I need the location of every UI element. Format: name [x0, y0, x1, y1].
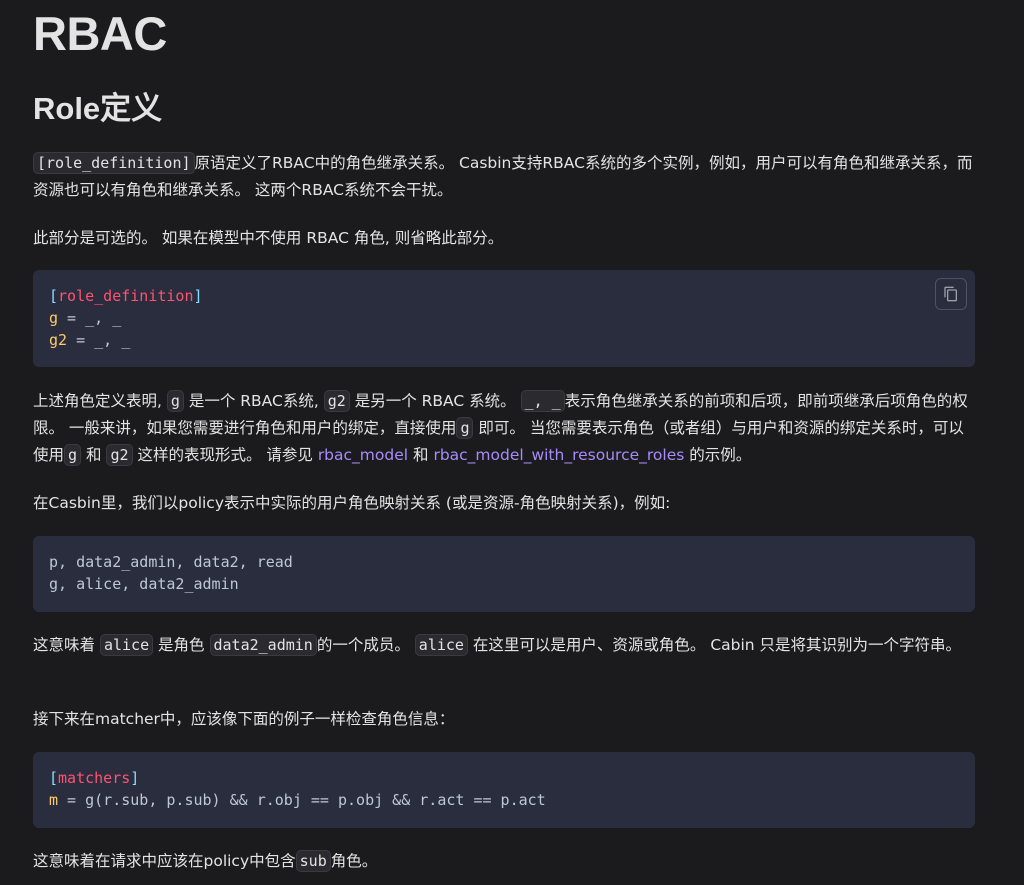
copy-icon: [944, 286, 957, 302]
paragraph-optional: 此部分是可选的。 如果在模型中不使用 RBAC 角色, 则省略此部分。: [33, 225, 973, 252]
paragraph-policy-intro: 在Casbin里，我们以policy表示中实际的用户角色映射关系 (或是资源-角…: [33, 490, 973, 517]
inline-code: _, _: [520, 390, 565, 412]
code-block-policy: p, data2_admin, data2, read g, alice, da…: [33, 536, 975, 612]
paragraph-text: 此部分是可选的。 如果在模型中不使用 RBAC 角色, 则省略此部分。: [33, 229, 504, 247]
page-title: RBAC: [33, 7, 167, 60]
paragraph-text: 在Casbin里，我们以policy表示中实际的用户角色映射关系 (或是资源-角…: [33, 494, 671, 512]
paragraph-text: 在这里可以是用户、资源或角色。 Cabin 只是将其识别为一个字符串。: [472, 636, 962, 654]
code-line: g, alice, data2_admin: [49, 575, 239, 593]
code-block-matchers: [matchers] m = g(r.sub, p.sub) && r.obj …: [33, 752, 975, 828]
inline-code: [role_definition]: [33, 152, 195, 174]
paragraph-text: 这意味着在请求中应该在policy中包含: [33, 852, 296, 870]
paragraph-role-definition: [role_definition] 原语定义了RBAC中的角色继承关系。 Casb…: [33, 150, 973, 204]
copy-code-button[interactable]: [935, 278, 967, 310]
paragraph-text: 和: [413, 446, 429, 465]
paragraph-matcher-intro: 接下来在matcher中，应该像下面的例子一样检查角色信息：: [33, 706, 973, 733]
code-token: = g(r.sub, p.sub) && r.obj == p.obj && r…: [58, 791, 546, 809]
inline-code: g2: [323, 390, 350, 412]
inline-code: alice: [99, 634, 154, 656]
code-token: ]: [130, 769, 140, 787]
code-token: g: [49, 309, 59, 327]
inline-code: g: [64, 444, 82, 467]
code-token: role_definition: [58, 287, 194, 305]
paragraph-role-explanation: 上述角色定义表明, g 是一个 RBAC系统, g2 是另一个 RBAC 系统。…: [33, 388, 973, 470]
inline-code: g2: [106, 444, 133, 467]
inline-code: sub: [295, 850, 331, 872]
code-token: = _, _: [67, 331, 131, 349]
paragraph-text: 这样的表现形式。 请参见: [137, 446, 313, 465]
link-rbac-model-with-resource-roles[interactable]: rbac_model_with_resource_roles: [433, 446, 684, 464]
code-token: [: [49, 769, 59, 787]
code-token: g2: [49, 331, 68, 349]
code-line: p, data2_admin, data2, read: [49, 553, 293, 571]
paragraph-text: 这意味着: [33, 636, 96, 654]
code-token: = _, _: [58, 309, 122, 327]
inline-code: data2_admin: [209, 634, 317, 656]
section-heading: Role定义: [33, 91, 163, 126]
inline-code: g: [166, 390, 184, 412]
code-token: matchers: [58, 769, 131, 787]
paragraph-text: 的示例。: [689, 446, 752, 465]
paragraph-text: 是角色: [158, 636, 205, 654]
paragraph-alice-member: 这意味着 alice 是角色 data2_admin 的一个成员。 alice 在…: [33, 632, 973, 659]
code-block-role-definition: [role_definition] g = _, _ g2 = _, _: [33, 270, 975, 367]
paragraph-sub-role: 这意味着在请求中应该在policy中包含 sub 角色。: [33, 848, 973, 875]
code-token: ]: [193, 287, 203, 305]
paragraph-text: 角色。: [330, 852, 378, 870]
code-token: [: [49, 287, 59, 305]
paragraph-text: 是另一个 RBAC 系统。: [354, 392, 516, 410]
inline-code: g: [456, 417, 474, 440]
paragraph-text: 接下来在matcher中，应该像下面的例子一样检查角色信息：: [33, 710, 455, 728]
link-rbac-model[interactable]: rbac_model: [318, 446, 408, 464]
paragraph-text: 是一个 RBAC系统,: [188, 392, 319, 410]
paragraph-text: 和: [85, 446, 102, 465]
paragraph-text: 上述角色定义表明,: [33, 392, 162, 410]
paragraph-text: 的一个成员。: [316, 636, 410, 654]
inline-code: alice: [414, 634, 468, 656]
code-token: m: [49, 791, 59, 809]
